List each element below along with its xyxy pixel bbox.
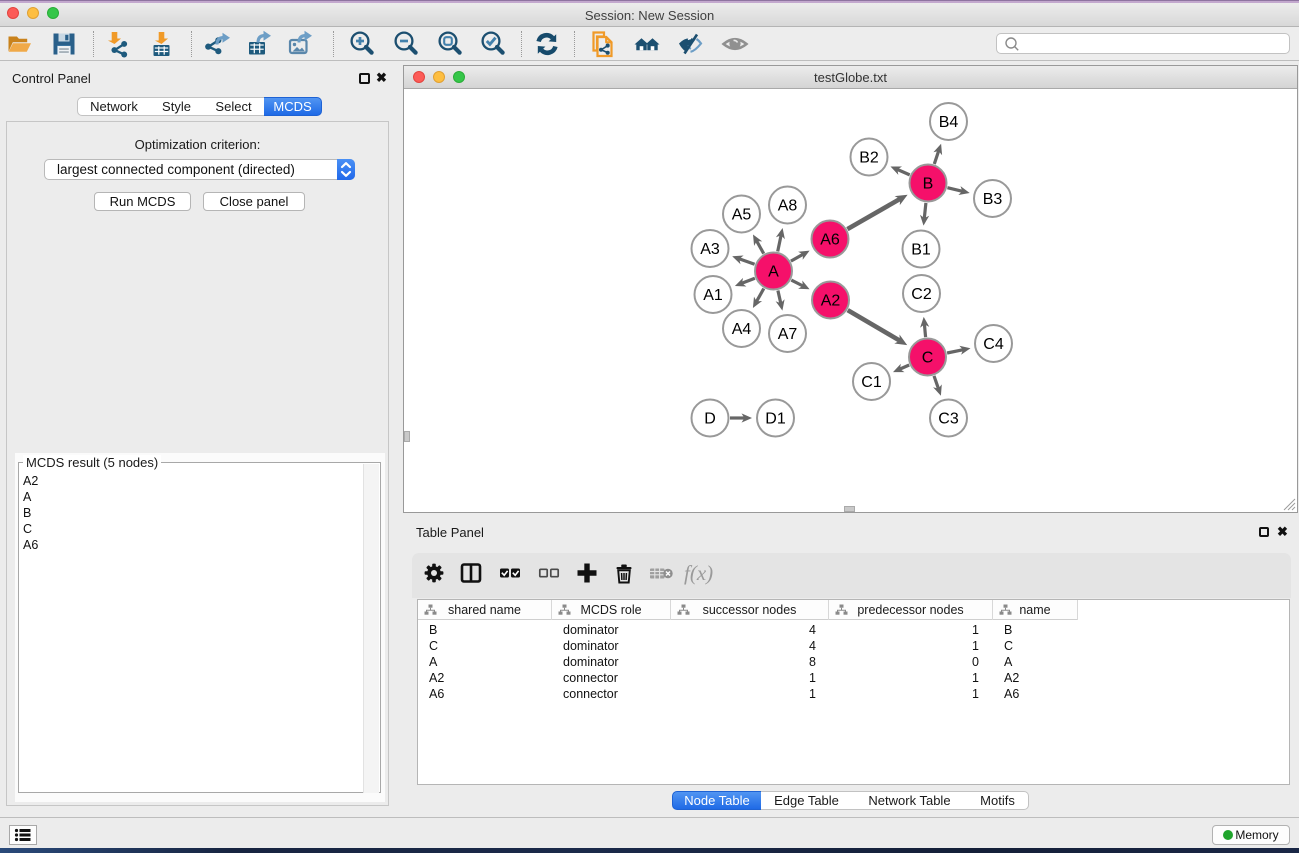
svg-text:A5: A5 [732, 207, 752, 224]
svg-text:B3: B3 [983, 191, 1003, 208]
svg-text:C4: C4 [983, 336, 1004, 353]
svg-text:A4: A4 [732, 321, 752, 338]
svg-text:C2: C2 [911, 286, 932, 303]
svg-text:B1: B1 [911, 242, 931, 259]
svg-text:A2: A2 [821, 293, 841, 310]
svg-text:C3: C3 [938, 411, 959, 428]
svg-text:A3: A3 [700, 241, 720, 258]
svg-text:A: A [768, 264, 779, 281]
svg-text:A8: A8 [778, 198, 798, 215]
svg-text:C: C [922, 350, 934, 367]
svg-text:B2: B2 [859, 150, 879, 167]
svg-text:B: B [923, 176, 934, 193]
svg-text:C1: C1 [861, 374, 882, 391]
svg-text:B4: B4 [939, 114, 959, 131]
svg-text:A6: A6 [820, 232, 840, 249]
svg-text:A1: A1 [703, 287, 723, 304]
svg-text:A7: A7 [778, 326, 798, 343]
svg-text:D1: D1 [765, 411, 786, 428]
svg-text:D: D [704, 411, 716, 428]
